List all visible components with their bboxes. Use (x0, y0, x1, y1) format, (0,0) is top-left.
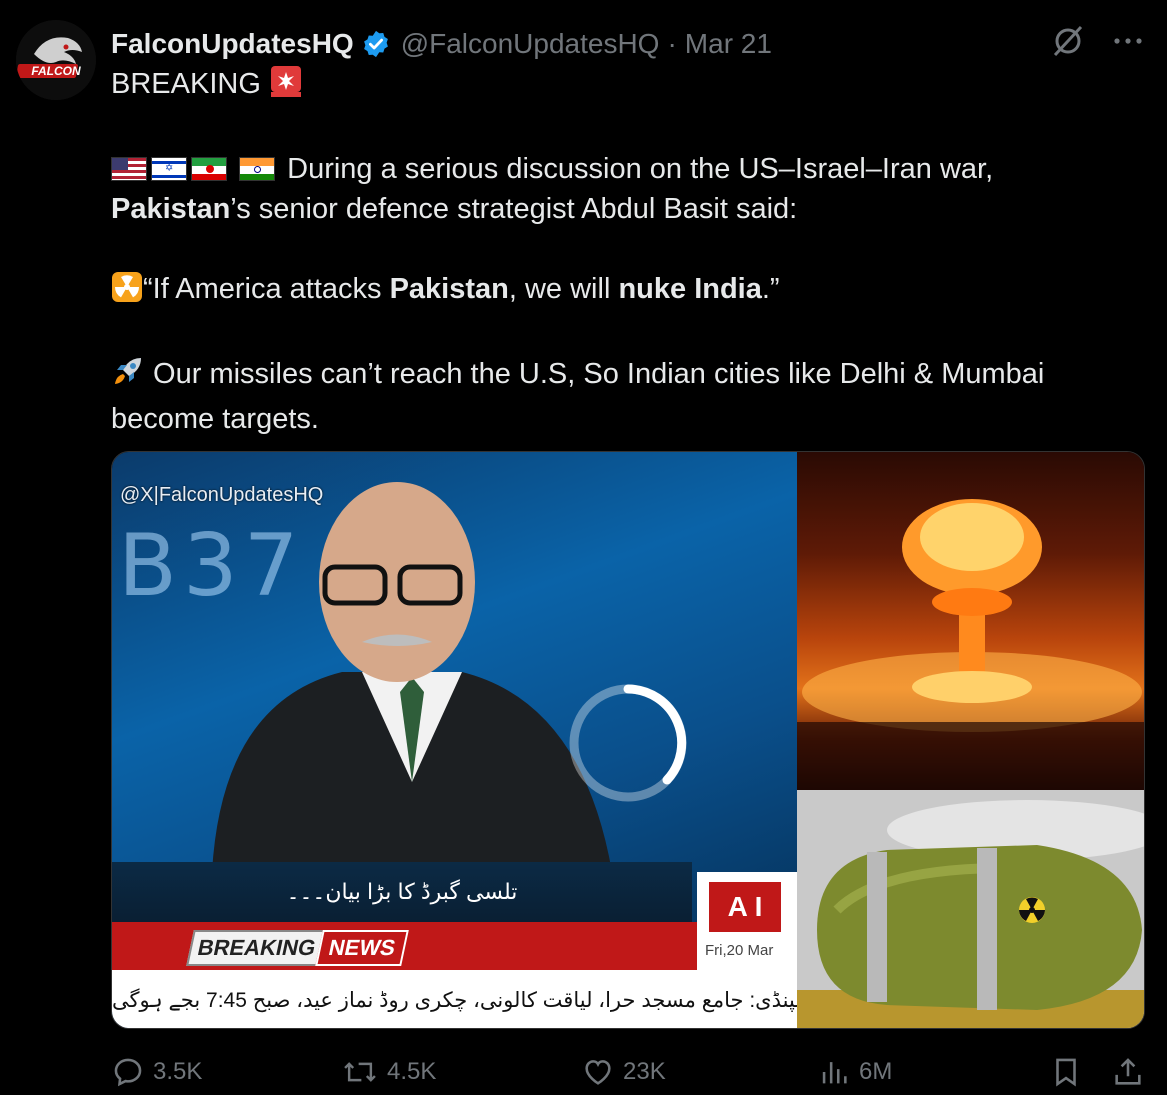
media-grid: B37 E2 @X|FalconUpdatesHQ تلسی گبرڈ کا ب… (111, 451, 1145, 1029)
news-ticker: راولپنڈی: جامع مسجد حرا، لیاقت کالونی، چ… (112, 970, 797, 1028)
header-separator: · (667, 28, 677, 59)
watermark-text: @X|FalconUpdatesHQ (120, 484, 324, 506)
repost-button[interactable]: 4.5K (341, 1055, 436, 1089)
tweet-text: BREAKING ✡ During a serious discussion o… (111, 64, 1131, 439)
views-count: 6M (859, 1058, 893, 1085)
repost-count: 4.5K (387, 1058, 437, 1085)
bookmark-button[interactable] (1049, 1055, 1083, 1089)
text-span: , we will (508, 273, 619, 305)
us-flag-icon (111, 157, 147, 181)
svg-text:FALCON: FALCON (31, 64, 81, 78)
channel-name: A I (709, 882, 781, 932)
text-span: “If America attacks (143, 273, 390, 305)
like-button[interactable]: 23K (581, 1055, 666, 1089)
views-icon (822, 1062, 847, 1084)
text-bold: Pakistan (111, 193, 231, 225)
israel-flag-icon: ✡ (151, 157, 187, 181)
grok-icon[interactable] (1051, 24, 1085, 58)
text-span: Our missiles can’t reach the U.S, So Ind… (145, 358, 1045, 390)
action-bar: 3.5K 4.5K 23K 6M (111, 1055, 1145, 1095)
breaking-news-label: BREAKING NEWS (186, 930, 410, 966)
more-options-icon[interactable] (1113, 36, 1143, 46)
views-button[interactable]: 6M (817, 1055, 892, 1089)
channel-date: Fri,20 Mar (705, 942, 774, 959)
text-bold: nuke India (618, 273, 762, 305)
reply-count: 3.5K (153, 1058, 203, 1085)
quote-paragraph: “If America attacks Pakistan, we will nu… (111, 269, 1131, 314)
loading-spinner-icon (567, 682, 689, 804)
falcon-logo-icon: FALCON (16, 20, 96, 100)
paragraph-4: Our missiles can’t reach the U.S, So Ind… (111, 354, 1131, 439)
paragraph-2: ✡ During a serious discussion on the US–… (111, 149, 1131, 229)
text-span: become targets. (111, 403, 319, 435)
reply-icon (114, 1058, 142, 1087)
text-span: .” (761, 273, 780, 305)
breaking-label: BREAKING (111, 68, 261, 100)
nuclear-explosion-image[interactable] (797, 452, 1144, 790)
bookmark-icon (1056, 1058, 1076, 1087)
breaking-text: BREAKING (186, 930, 328, 966)
rocket-icon (111, 354, 145, 399)
author-name[interactable]: FalconUpdatesHQ (111, 28, 354, 60)
text-bold: Pakistan (389, 273, 509, 305)
repost-icon (344, 1062, 376, 1082)
text-span: During a serious discussion on the US–Is… (279, 153, 994, 185)
text-span: ’s senior defence strategist Abdul Basit… (230, 193, 798, 225)
siren-icon (269, 64, 303, 109)
post-date[interactable]: Mar 21 (685, 28, 772, 60)
tweet-header: FalconUpdatesHQ @FalconUpdatesHQ · Mar 2… (111, 24, 1143, 64)
like-count: 23K (623, 1058, 666, 1085)
heart-icon (585, 1060, 611, 1085)
breaking-line: BREAKING (111, 64, 1131, 109)
iran-flag-icon (191, 157, 227, 181)
author-handle[interactable]: @FalconUpdatesHQ (401, 28, 660, 60)
nuclear-bomb-image[interactable] (797, 790, 1144, 1028)
share-button[interactable] (1111, 1055, 1145, 1089)
news-text: NEWS (315, 930, 410, 966)
verified-badge-icon[interactable] (361, 29, 391, 59)
radioactive-icon (111, 271, 143, 314)
reply-button[interactable]: 3.5K (111, 1055, 202, 1089)
india-flag-icon (239, 157, 276, 181)
channel-logo: A I Fri,20 Mar (697, 872, 797, 972)
urdu-caption: تلسی گبرڈ کا بڑا بیان۔۔۔ (112, 862, 692, 922)
video-player[interactable]: B37 E2 @X|FalconUpdatesHQ تلسی گبرڈ کا ب… (112, 452, 797, 1028)
share-icon (1115, 1058, 1141, 1085)
avatar[interactable]: FALCON (16, 20, 96, 100)
